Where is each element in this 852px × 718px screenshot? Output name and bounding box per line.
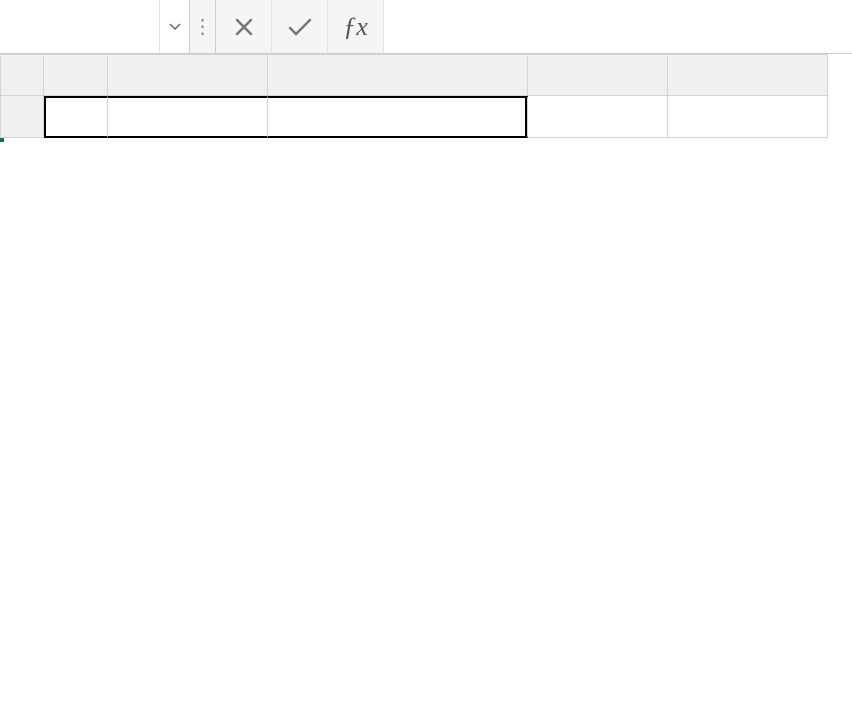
range-highlight-red (0, 138, 4, 142)
cancel-formula-button[interactable] (216, 0, 272, 53)
column-header[interactable] (528, 54, 668, 96)
range-highlight-blue (0, 138, 4, 142)
header-dept[interactable] (268, 96, 528, 138)
column-header[interactable] (268, 54, 528, 96)
header-number[interactable] (44, 96, 108, 138)
insert-function-button[interactable]: ƒx (328, 0, 384, 53)
name-box[interactable] (0, 0, 190, 53)
select-all-corner[interactable] (0, 54, 44, 96)
spreadsheet-grid[interactable] (0, 54, 852, 138)
column-header[interactable] (108, 54, 268, 96)
header-car[interactable] (108, 96, 268, 138)
column-header[interactable] (44, 54, 108, 96)
column-header[interactable] (668, 54, 828, 96)
chevron-down-icon[interactable] (159, 0, 189, 53)
active-cell-selection (0, 138, 4, 142)
row-header[interactable] (0, 96, 44, 138)
cell-empty[interactable] (528, 96, 668, 138)
expand-handle-icon[interactable]: ⋮ (190, 0, 216, 53)
cell-empty[interactable] (668, 96, 828, 138)
formula-input[interactable] (384, 0, 852, 53)
formula-bar: ⋮ ƒx (0, 0, 852, 54)
accept-formula-button[interactable] (272, 0, 328, 53)
